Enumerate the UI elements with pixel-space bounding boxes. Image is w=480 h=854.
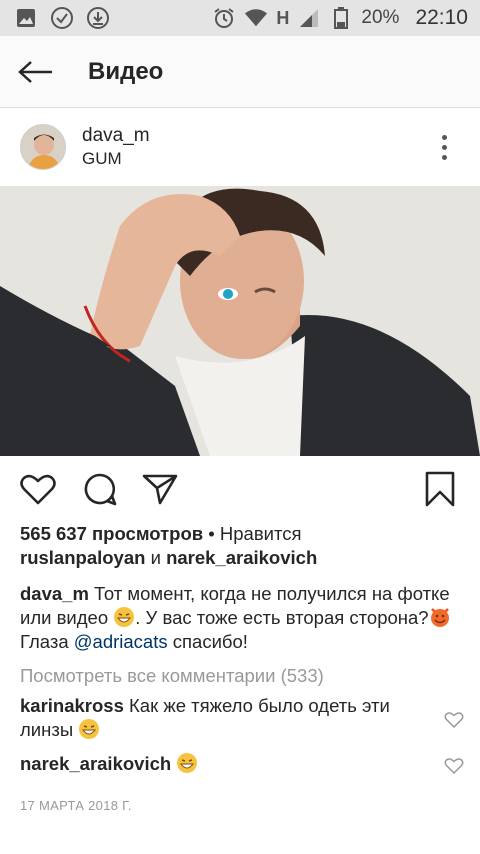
caption-username[interactable]: dava_m (20, 583, 89, 604)
post-header: dava_m GUM (0, 108, 480, 186)
comment-item: karinakross Как же тяжело было одеть эти… (20, 694, 466, 742)
comment-username[interactable]: karinakross (20, 695, 124, 716)
avatar[interactable] (20, 124, 66, 170)
comment-like-icon[interactable] (444, 756, 464, 776)
comment-button[interactable] (80, 469, 120, 509)
video-frame (0, 186, 480, 456)
comment-item: narek_araikovich (20, 752, 466, 776)
post-date: 17 МАРТА 2018 Г. (20, 798, 132, 813)
caption-text: спасибо! (167, 631, 248, 652)
page-title: Видео (88, 57, 164, 85)
post-video[interactable] (0, 186, 480, 456)
comment-username[interactable]: narek_araikovich (20, 753, 171, 774)
liked-by-prefix: • Нравится (203, 523, 302, 544)
download-icon (86, 6, 110, 30)
network-type: H (276, 7, 290, 28)
caption-text: . У вас тоже есть вторая сторона? (135, 607, 429, 628)
bookmark-icon (425, 471, 455, 507)
comment-icon (84, 473, 117, 506)
share-button[interactable] (140, 469, 180, 509)
dot (441, 154, 447, 160)
alarm-icon (212, 6, 236, 30)
gallery-icon (14, 6, 38, 30)
caption-text: Глаза (20, 631, 74, 652)
grinning-emoji-icon (79, 719, 100, 739)
grinning-emoji-icon (177, 753, 198, 773)
status-bar: H 20% 22:10 (0, 0, 480, 36)
clock: 22:10 (415, 6, 468, 29)
wifi-icon (244, 6, 268, 30)
post-username[interactable]: dava_m (82, 125, 150, 147)
post-location[interactable]: GUM (82, 148, 150, 170)
views-line: 565 637 просмотров • Нравится (20, 522, 466, 546)
grinning-emoji-icon (114, 607, 135, 627)
heart-icon (20, 474, 56, 505)
send-icon (142, 474, 178, 505)
app-bar: Видео (0, 36, 480, 108)
views-count[interactable]: 565 637 просмотров (20, 523, 203, 544)
more-options-button[interactable] (434, 127, 454, 167)
back-button[interactable] (14, 50, 58, 94)
devil-emoji-icon (430, 608, 449, 627)
signal-icon (297, 6, 321, 30)
save-button[interactable] (420, 469, 460, 509)
battery-percent: 20% (361, 7, 400, 28)
check-circle-icon (50, 6, 74, 30)
post-content: 565 637 просмотров • Нравится ruslanpalo… (20, 522, 466, 818)
dot (441, 134, 447, 140)
mention-link[interactable]: @adriacats (74, 631, 168, 652)
liked-user-link[interactable]: ruslanpaloyan (20, 547, 145, 568)
arrow-left-icon (18, 60, 52, 83)
post-actions (0, 456, 480, 522)
liked-user-link[interactable]: narek_araikovich (166, 547, 317, 568)
caption: dava_m Тот момент, когда не получился на… (20, 582, 466, 654)
liked-and: и (145, 547, 167, 568)
view-all-comments-link[interactable]: Посмотреть все комментарии (533) (20, 664, 466, 688)
battery-icon (329, 6, 353, 30)
comment-like-icon[interactable] (444, 710, 464, 730)
liked-by-line: ruslanpaloyan и narek_araikovich (20, 546, 466, 570)
dot (441, 144, 447, 150)
like-button[interactable] (18, 469, 58, 509)
